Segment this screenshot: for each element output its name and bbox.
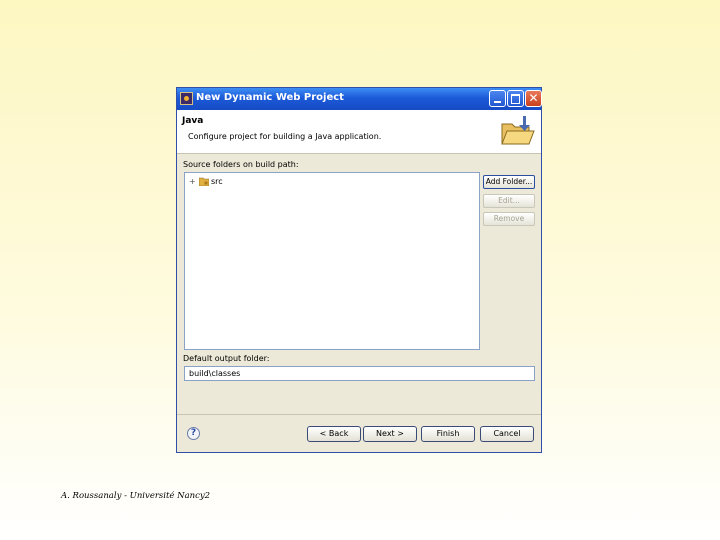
eclipse-app-icon xyxy=(180,92,193,105)
new-dynamic-web-project-dialog: New Dynamic Web Project ✕ Java Configure… xyxy=(176,87,542,453)
edit-button[interactable]: Edit... xyxy=(483,194,535,208)
slide-credit: A. Roussanaly - Université Nancy2 xyxy=(61,491,211,501)
source-folders-label: Source folders on build path: xyxy=(183,160,299,169)
cancel-button[interactable]: Cancel xyxy=(480,426,534,442)
maximize-button[interactable] xyxy=(507,90,524,107)
page-title: Java xyxy=(182,116,204,126)
footer-divider xyxy=(177,414,541,415)
tree-item-src[interactable]: + src xyxy=(189,175,223,187)
tree-item-label: src xyxy=(211,176,223,186)
remove-button[interactable]: Remove xyxy=(483,212,535,226)
add-folder-button[interactable]: Add Folder... xyxy=(483,175,535,189)
title-bar[interactable]: New Dynamic Web Project ✕ xyxy=(177,88,542,110)
back-button[interactable]: < Back xyxy=(307,426,361,442)
close-button[interactable]: ✕ xyxy=(525,90,542,107)
wizard-header: Java Configure project for building a Ja… xyxy=(177,110,541,154)
output-folder-field[interactable]: build\classes xyxy=(184,366,535,381)
window-title: New Dynamic Web Project xyxy=(196,92,344,103)
next-button[interactable]: Next > xyxy=(363,426,417,442)
finish-button[interactable]: Finish xyxy=(421,426,475,442)
source-folders-tree[interactable]: + src xyxy=(184,172,480,350)
folder-icon xyxy=(501,116,535,145)
expand-icon[interactable]: + xyxy=(189,177,197,186)
default-output-folder-label: Default output folder: xyxy=(183,354,270,363)
help-icon[interactable]: ? xyxy=(187,427,200,440)
page-description: Configure project for building a Java ap… xyxy=(188,132,382,141)
close-icon: ✕ xyxy=(528,91,539,105)
minimize-button[interactable] xyxy=(489,90,506,107)
package-folder-icon xyxy=(199,177,209,186)
